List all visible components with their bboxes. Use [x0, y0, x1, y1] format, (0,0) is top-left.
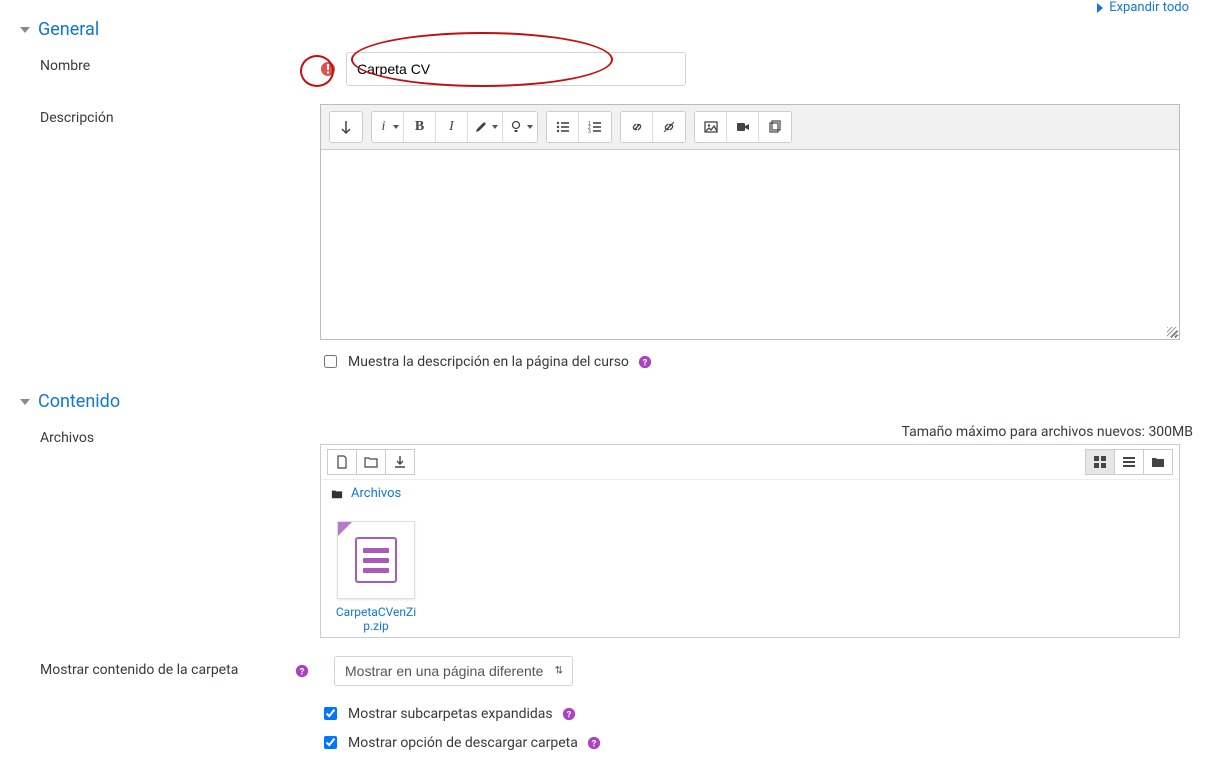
descripcion-label: Descripción — [20, 104, 320, 126]
show-description-label: Muestra la descripción en la página del … — [348, 354, 629, 370]
fm-download-button[interactable] — [385, 449, 415, 475]
folder-solid-icon — [1151, 455, 1165, 469]
editor-toolbar: i B I — [321, 105, 1179, 149]
file-name: CarpetaCVenZip.zip — [331, 605, 421, 634]
mostrar-contenido-select[interactable]: Mostrar en una página diferente — [334, 656, 573, 686]
brush-icon — [474, 120, 488, 134]
descargar-checkbox[interactable] — [324, 736, 337, 749]
editor-files-button[interactable] — [759, 112, 791, 142]
editor-image-button[interactable] — [695, 112, 727, 142]
descargar-row[interactable]: Mostrar opción de descargar carpeta ? — [320, 733, 1199, 752]
fm-view-list-button[interactable] — [1114, 449, 1144, 475]
fm-view-tree-button[interactable] — [1143, 449, 1173, 475]
help-icon[interactable]: ? — [637, 354, 653, 370]
list-ul-icon — [556, 120, 570, 134]
image-icon — [704, 120, 718, 134]
editor-bold-button[interactable]: B — [404, 112, 436, 142]
editor-highlight-button[interactable] — [468, 112, 503, 142]
fm-breadcrumb-root[interactable]: Archivos — [351, 486, 401, 501]
help-icon[interactable]: ? — [561, 706, 577, 722]
help-icon[interactable]: ? — [586, 735, 602, 751]
grid-icon — [1093, 455, 1107, 469]
fm-create-folder-button[interactable] — [356, 449, 386, 475]
editor-link-button[interactable] — [621, 112, 653, 142]
svg-text:3: 3 — [588, 129, 591, 134]
nombre-input[interactable] — [346, 52, 686, 86]
svg-text:?: ? — [566, 709, 571, 720]
editor-italic-button[interactable]: I — [436, 112, 468, 142]
file-manager: Archivos CarpetaCVenZip.zip — [320, 444, 1180, 638]
svg-text:?: ? — [591, 738, 596, 749]
video-icon — [736, 120, 750, 134]
section-contenido-header[interactable]: Contenido — [20, 391, 1199, 412]
folder-solid-icon — [331, 488, 343, 500]
description-textarea[interactable] — [321, 149, 1179, 339]
editor-expand-button[interactable] — [330, 112, 362, 142]
fm-add-file-button[interactable] — [327, 449, 357, 475]
editor-unlink-button[interactable] — [653, 112, 685, 142]
nombre-label: Nombre — [20, 52, 320, 74]
section-general-header[interactable]: General — [20, 19, 1199, 40]
archivos-label: Archivos — [20, 424, 320, 446]
chevron-down-icon — [20, 27, 30, 33]
fm-view-icons-button[interactable] — [1085, 449, 1115, 475]
descargar-label: Mostrar opción de descargar carpeta — [348, 735, 578, 751]
link-icon — [630, 120, 644, 134]
unlink-icon — [662, 120, 676, 134]
section-general: General Nombre Descripción — [20, 19, 1199, 371]
download-icon — [393, 455, 407, 469]
subcarpetas-checkbox[interactable] — [324, 707, 337, 720]
files-icon — [768, 120, 782, 134]
editor-ol-button[interactable]: 123 — [579, 112, 611, 142]
folder-icon — [364, 455, 378, 469]
description-editor: i B I — [320, 104, 1180, 340]
list-icon — [1122, 455, 1136, 469]
show-description-checkbox[interactable] — [324, 355, 337, 368]
svg-text:?: ? — [300, 667, 305, 678]
max-size-text: Tamaño máximo para archivos nuevos: 300M… — [320, 424, 1199, 440]
file-icon — [335, 455, 349, 469]
list-ol-icon: 123 — [588, 120, 602, 134]
editor-more-button[interactable] — [503, 112, 537, 142]
editor-paragraph-button[interactable]: i — [372, 112, 404, 142]
mostrar-contenido-label: Mostrar contenido de la carpeta — [40, 662, 238, 678]
editor-ul-button[interactable] — [547, 112, 579, 142]
section-contenido: Contenido Archivos Tamaño máximo para ar… — [20, 391, 1199, 752]
required-icon — [320, 61, 336, 77]
subcarpetas-row[interactable]: Mostrar subcarpetas expandidas ? — [320, 704, 1199, 723]
chevron-right-icon — [1095, 3, 1105, 13]
file-item[interactable]: CarpetaCVenZip.zip — [331, 521, 421, 634]
file-thumb-zip — [337, 521, 415, 599]
show-description-row[interactable]: Muestra la descripción en la página del … — [320, 352, 1199, 371]
editor-video-button[interactable] — [727, 112, 759, 142]
lightbulb-icon — [509, 120, 523, 134]
section-contenido-title: Contenido — [38, 391, 120, 412]
chevron-down-icon — [20, 399, 30, 405]
help-icon[interactable]: ? — [294, 663, 310, 679]
section-general-title: General — [38, 19, 99, 40]
expand-all-label: Expandir todo — [1109, 0, 1189, 15]
subcarpetas-label: Mostrar subcarpetas expandidas — [348, 706, 553, 722]
expand-all-link[interactable]: Expandir todo — [1095, 0, 1189, 15]
svg-text:?: ? — [643, 357, 648, 368]
